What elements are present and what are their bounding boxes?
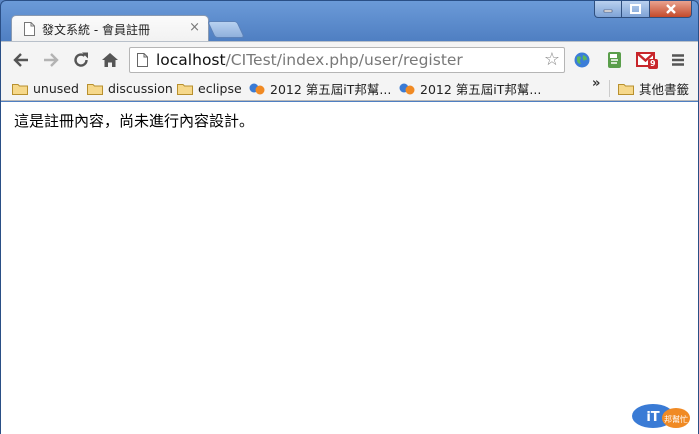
bookmark-ithome-1[interactable]: 2012 第五屆iT邦幫... [249,79,391,98]
browser-window: 發文系統 - 會員註冊 × localhost/CITest/index.php… [0,0,699,434]
bookmarks-overflow-chevron[interactable]: » [592,76,600,91]
close-window-button[interactable] [650,1,692,18]
window-controls [594,1,692,18]
back-arrow-icon [13,53,28,67]
gmail-extension-icon[interactable]: 9 [636,50,662,70]
tab-close-icon[interactable]: × [189,20,200,35]
tab-active[interactable]: 發文系統 - 會員註冊 × [11,15,209,42]
url-text[interactable]: localhost/CITest/index.php/user/register [156,51,463,69]
svg-text:邦幫忙: 邦幫忙 [664,414,688,424]
address-bar[interactable]: localhost/CITest/index.php/user/register… [129,47,565,73]
close-icon [665,4,676,14]
toolbar: localhost/CITest/index.php/user/register… [1,41,698,76]
title-bar: 發文系統 - 會員註冊 × [1,1,698,42]
home-button[interactable] [98,48,122,72]
page-icon [24,22,35,36]
ithome-watermark-logo: iT 邦幫忙 [632,404,690,428]
maximize-icon [630,4,641,14]
forward-arrow-icon [44,53,59,67]
home-icon [102,53,118,67]
page-viewport: 這是註冊內容，尚未進行內容設計。 iT 邦幫忙 [1,102,698,434]
maximize-button[interactable] [622,1,650,18]
folder-icon [12,83,28,95]
ithome-favicon [249,83,265,94]
forward-button[interactable] [39,48,63,72]
evernote-extension-icon[interactable] [604,50,624,70]
hamburger-menu-icon [672,54,684,66]
mail-count-badge: 9 [648,59,658,69]
svg-text:iT: iT [646,410,659,425]
bookmarks-divider [609,80,610,97]
page-icon [137,53,148,67]
globe-extension-icon[interactable] [572,50,592,70]
new-tab-button[interactable] [207,21,245,38]
menu-button[interactable] [666,48,690,72]
bookmark-ithome-2[interactable]: 2012 第五屆iT邦幫... [399,79,541,98]
reload-icon [74,52,88,67]
bookmark-folder-discussion[interactable]: discussion [87,79,173,98]
other-bookmarks-folder[interactable]: 其他書籤 [618,79,689,98]
bookmark-star-icon[interactable]: ☆ [544,49,560,70]
bookmarks-bar: unused discussion eclipse 2012 第五屆iT邦幫..… [1,76,698,101]
minimize-button[interactable] [594,1,622,18]
folder-icon [87,83,103,95]
folder-icon [618,83,634,95]
tab-title: 發文系統 - 會員註冊 [42,23,150,37]
reload-button[interactable] [69,48,93,72]
page-content-text: 這是註冊內容，尚未進行內容設計。 [14,112,255,130]
back-button[interactable] [9,48,33,72]
bookmark-folder-eclipse[interactable]: eclipse [177,79,242,98]
minimize-icon [603,9,613,13]
ithome-favicon [399,83,415,94]
folder-icon [177,83,193,95]
bookmark-folder-unused[interactable]: unused [12,79,79,98]
